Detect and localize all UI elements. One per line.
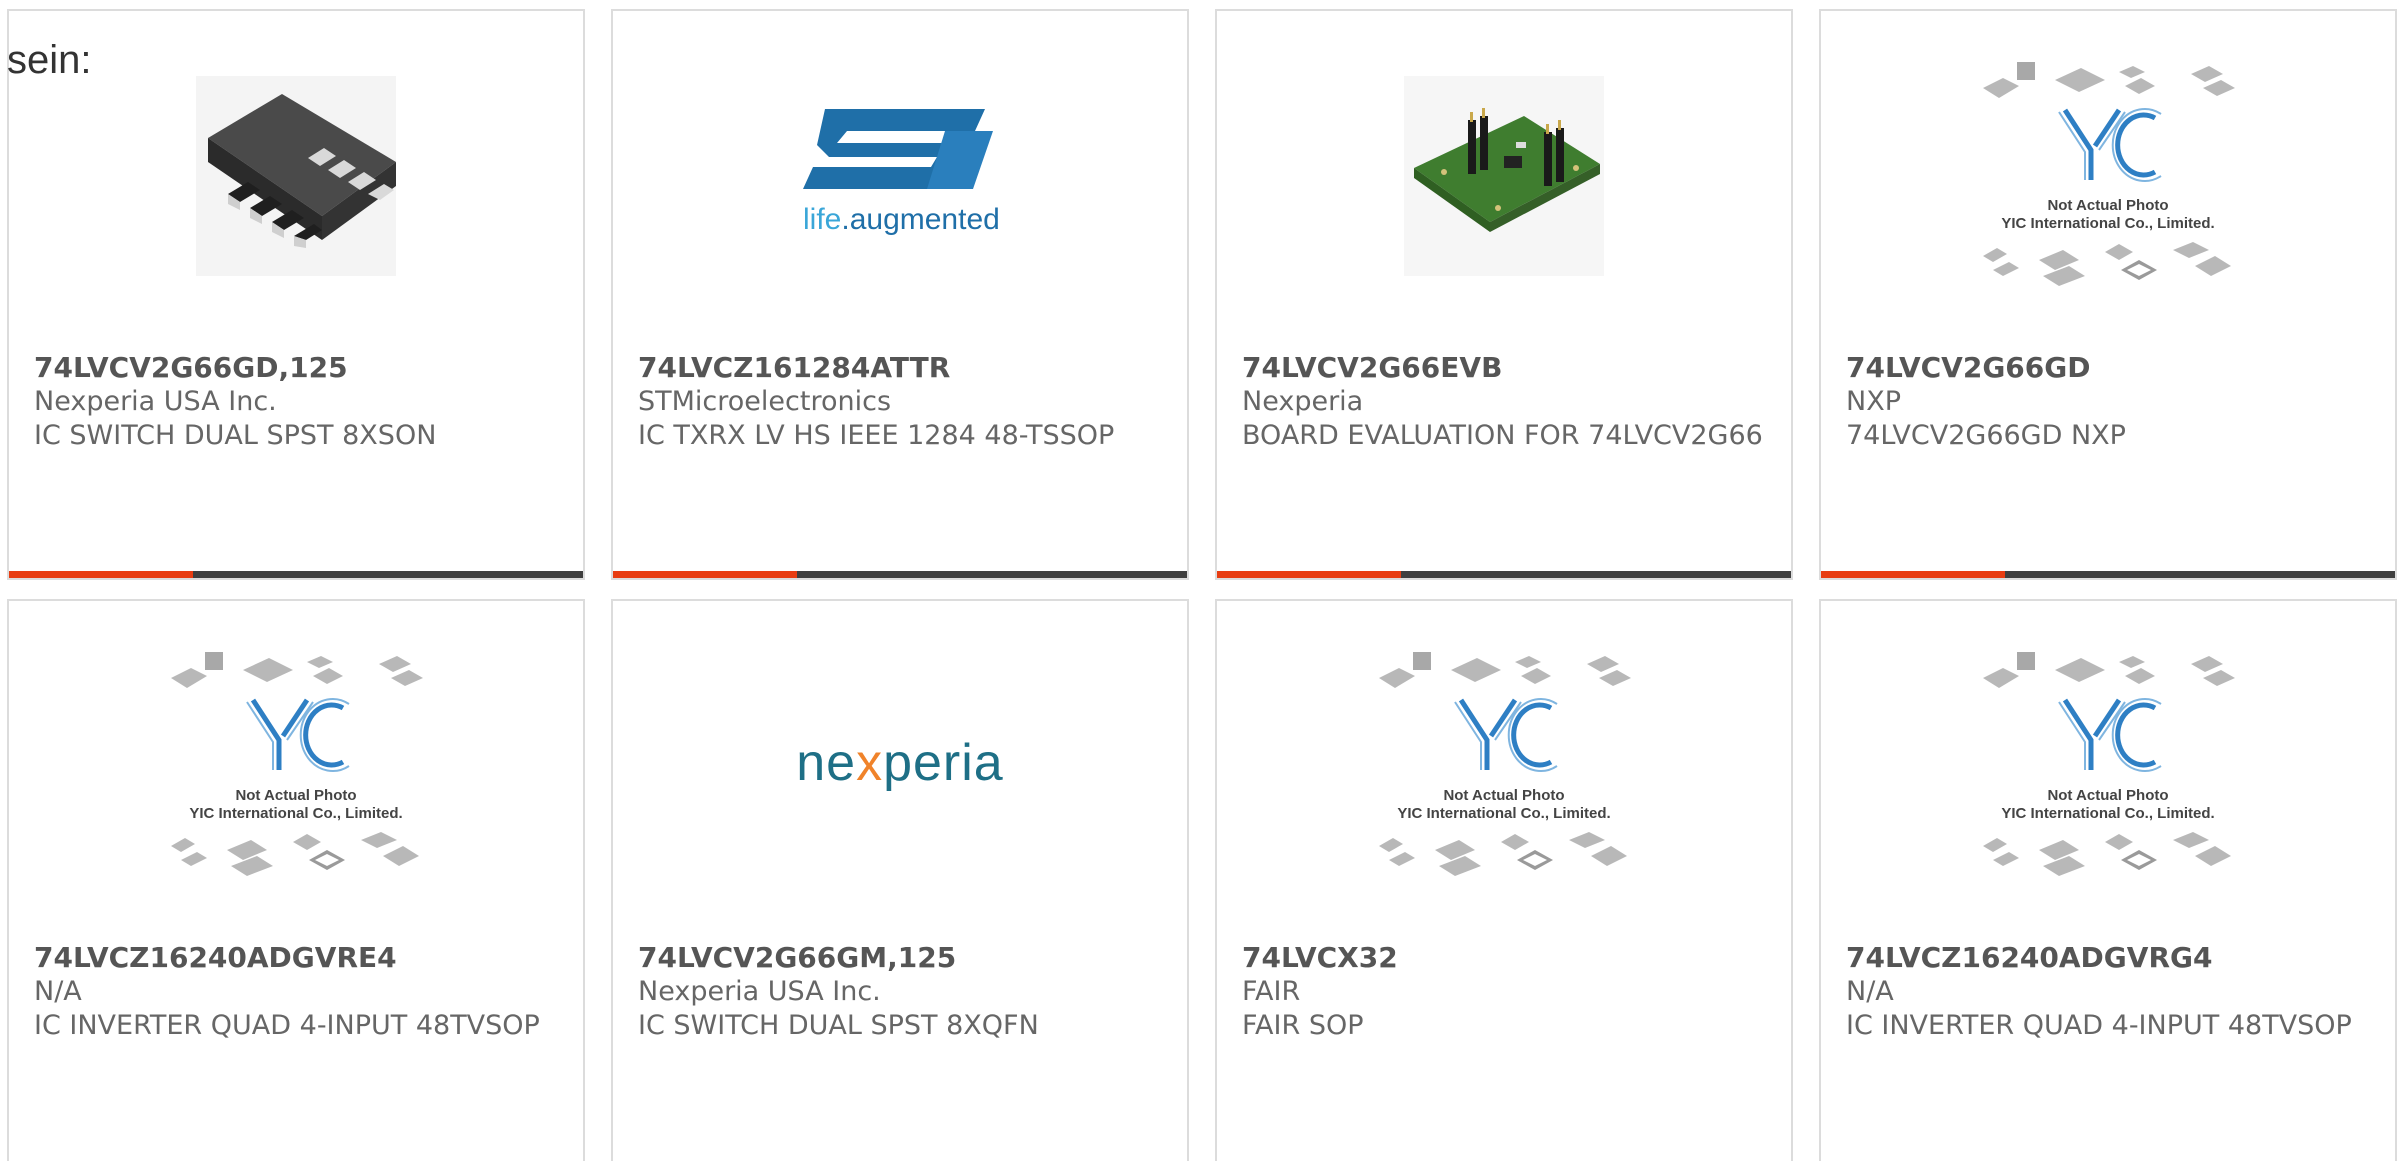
description: IC SWITCH DUAL SPST 8XQFN: [638, 1010, 1039, 1041]
part-number[interactable]: 74LVCZ16240ADGVRE4: [34, 941, 558, 975]
xson8-chip-icon: [196, 76, 396, 276]
nexperia-logo-icon: nexperia: [796, 734, 1003, 792]
st-tagline-augmented: augmented: [850, 203, 1000, 236]
description: IC SWITCH DUAL SPST 8XSON: [34, 420, 437, 451]
yic-placeholder-icon: Not Actual Photo YIC International Co., …: [1983, 62, 2235, 286]
product-info: 74LVCV2G66GM,125 Nexperia USA Inc. IC SW…: [638, 941, 1162, 1043]
st-logo-icon: life.augmented: [803, 109, 1000, 236]
card-bar-accent: [613, 571, 797, 578]
manufacturer: Nexperia USA Inc.: [638, 976, 881, 1007]
card-bar-accent: [1217, 571, 1401, 578]
product-image[interactable]: Not Actual Photo YIC International Co., …: [1821, 646, 2395, 886]
card-bar-accent: [9, 571, 193, 578]
part-number[interactable]: 74LVCV2G66GD,125: [34, 351, 558, 385]
description: IC INVERTER QUAD 4-INPUT 48TVSOP: [1846, 1010, 2352, 1041]
yic-placeholder-icon: Not Actual Photo YIC International Co., …: [1379, 652, 1631, 876]
product-image[interactable]: Not Actual Photo YIC International Co., …: [1821, 56, 2395, 296]
part-number[interactable]: 74LVCV2G66EVB: [1242, 351, 1766, 385]
svg-text:nexperia: nexperia: [796, 734, 1003, 792]
placeholder-line1: Not Actual Photo: [1443, 787, 1564, 804]
nexperia-logo-x: x: [856, 734, 883, 792]
card-bar: [1821, 571, 2395, 578]
product-info: 74LVCZ16240ADGVRE4 N/A IC INVERTER QUAD …: [34, 941, 558, 1043]
yic-placeholder-icon: Not Actual Photo YIC International Co., …: [1983, 652, 2235, 876]
placeholder-line2: YIC International Co., Limited.: [1397, 805, 1610, 822]
product-info: 74LVCV2G66GD NXP 74LVCV2G66GD NXP: [1846, 351, 2370, 453]
card-bar-accent: [1821, 571, 2005, 578]
card-bar: [9, 571, 583, 578]
placeholder-line2: YIC International Co., Limited.: [2001, 215, 2214, 232]
product-info: 74LVCX32 FAIR FAIR SOP: [1242, 941, 1766, 1043]
st-tagline-life: life: [803, 203, 841, 236]
product-card[interactable]: 74LVCV2G66GD,125 Nexperia USA Inc. IC SW…: [7, 9, 585, 580]
placeholder-line2: YIC International Co., Limited.: [189, 805, 402, 822]
manufacturer: N/A: [34, 976, 82, 1007]
description: 74LVCV2G66GD NXP: [1846, 420, 2126, 451]
part-number[interactable]: 74LVCZ161284ATTR: [638, 351, 1162, 385]
manufacturer: STMicroelectronics: [638, 386, 892, 417]
manufacturer: Nexperia: [1242, 386, 1364, 417]
card-bar: [613, 571, 1187, 578]
description: IC TXRX LV HS IEEE 1284 48-TSSOP: [638, 420, 1115, 451]
product-image[interactable]: nexperia: [613, 646, 1187, 886]
product-info: 74LVCV2G66GD,125 Nexperia USA Inc. IC SW…: [34, 351, 558, 453]
placeholder-line1: Not Actual Photo: [2047, 197, 2168, 214]
placeholder-line1: Not Actual Photo: [2047, 787, 2168, 804]
product-image[interactable]: Not Actual Photo YIC International Co., …: [1217, 646, 1791, 886]
product-card[interactable]: Not Actual Photo YIC International Co., …: [1819, 9, 2397, 580]
manufacturer: NXP: [1846, 386, 1901, 417]
product-image[interactable]: life.augmented: [613, 56, 1187, 296]
product-card[interactable]: life.augmented 74LVCZ161284ATTR STMicroe…: [611, 9, 1189, 580]
manufacturer: N/A: [1846, 976, 1894, 1007]
placeholder-line2: YIC International Co., Limited.: [2001, 805, 2214, 822]
product-card[interactable]: Not Actual Photo YIC International Co., …: [7, 599, 585, 1161]
placeholder-line1: Not Actual Photo: [235, 787, 356, 804]
part-number[interactable]: 74LVCV2G66GM,125: [638, 941, 1162, 975]
lead-text: sein:: [7, 38, 92, 82]
svg-text:life.augmented: life.augmented: [803, 203, 1000, 236]
manufacturer: FAIR: [1242, 976, 1301, 1007]
product-card[interactable]: nexperia 74LVCV2G66GM,125 Nexperia USA I…: [611, 599, 1189, 1161]
manufacturer: Nexperia USA Inc.: [34, 386, 277, 417]
product-image[interactable]: [9, 56, 583, 296]
product-info: 74LVCZ16240ADGVRG4 N/A IC INVERTER QUAD …: [1846, 941, 2370, 1043]
part-number[interactable]: 74LVCV2G66GD: [1846, 351, 2370, 385]
description: FAIR SOP: [1242, 1010, 1364, 1041]
product-info: 74LVCZ161284ATTR STMicroelectronics IC T…: [638, 351, 1162, 453]
product-card[interactable]: 74LVCV2G66EVB Nexperia BOARD EVALUATION …: [1215, 9, 1793, 580]
st-tagline-dot: .: [841, 203, 849, 236]
product-card[interactable]: Not Actual Photo YIC International Co., …: [1819, 599, 2397, 1161]
product-grid-page: sein: 74LVCV2G66GD,125 Nexperia USA Inc.…: [0, 0, 2400, 1161]
nexperia-logo-part1: ne: [796, 734, 856, 792]
product-info: 74LVCV2G66EVB Nexperia BOARD EVALUATION …: [1242, 351, 1766, 453]
eval-board-icon: [1404, 76, 1604, 276]
part-number[interactable]: 74LVCX32: [1242, 941, 1766, 975]
product-image[interactable]: [1217, 56, 1791, 296]
card-bar: [1217, 571, 1791, 578]
description: IC INVERTER QUAD 4-INPUT 48TVSOP: [34, 1010, 540, 1041]
yic-placeholder-icon: Not Actual Photo YIC International Co., …: [171, 652, 423, 876]
part-number[interactable]: 74LVCZ16240ADGVRG4: [1846, 941, 2370, 975]
nexperia-logo-part2: peria: [883, 734, 1004, 792]
product-card[interactable]: Not Actual Photo YIC International Co., …: [1215, 599, 1793, 1161]
description: BOARD EVALUATION FOR 74LVCV2G66: [1242, 420, 1763, 451]
product-image[interactable]: Not Actual Photo YIC International Co., …: [9, 646, 583, 886]
